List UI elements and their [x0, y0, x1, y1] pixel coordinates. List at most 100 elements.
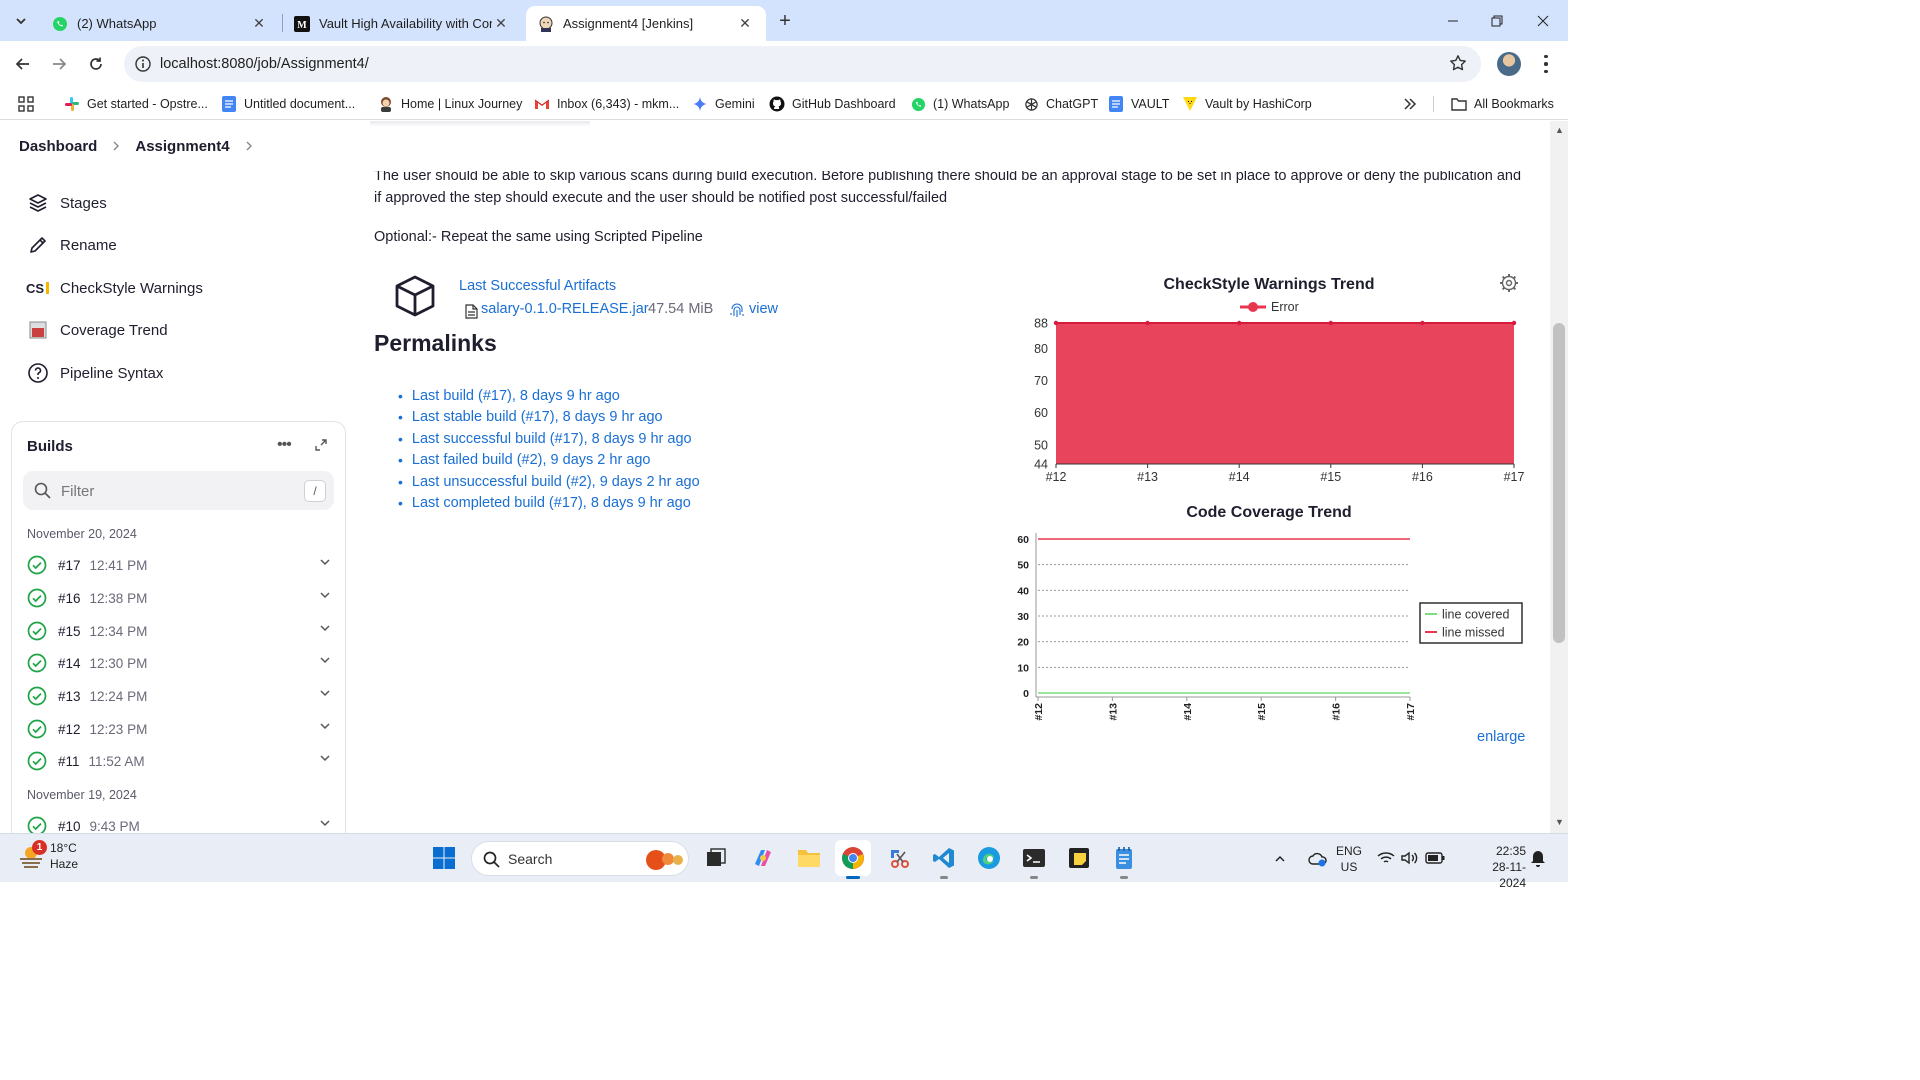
enlarge-link[interactable]: enlarge — [1477, 729, 1525, 745]
scroll-down-icon[interactable]: ▼ — [1555, 817, 1564, 827]
browser-menu-icon[interactable] — [1538, 53, 1554, 75]
artifact-view-link[interactable]: view — [749, 301, 778, 317]
permalink-last-build[interactable]: Last build (#17), 8 days 9 hr ago — [412, 388, 620, 404]
permalink-last-unsuccessful-build[interactable]: Last unsuccessful build (#2), 9 days 2 h… — [412, 474, 700, 490]
bookmarks-overflow-button[interactable] — [1403, 94, 1417, 114]
build-number[interactable]: #10 — [58, 819, 81, 834]
build-row[interactable]: #15 12:34 PM — [27, 618, 332, 644]
cloud-sync-icon[interactable] — [1306, 847, 1330, 871]
wifi-icon[interactable] — [1374, 846, 1398, 870]
build-number[interactable]: #12 — [58, 722, 81, 737]
breadcrumb-dashboard[interactable]: Dashboard — [19, 138, 97, 155]
bookmark-item[interactable]: Untitled document... — [221, 94, 355, 114]
bookmark-star-icon[interactable] — [1449, 54, 1467, 72]
all-bookmarks[interactable]: All Bookmarks — [1451, 94, 1554, 114]
build-number[interactable]: #14 — [58, 656, 81, 671]
taskbar-snipping-tool[interactable] — [881, 840, 917, 876]
sidebar-item-coverage-trend[interactable]: Coverage Trend — [26, 316, 168, 344]
bookmark-item[interactable]: ChatGPT — [1023, 94, 1098, 114]
permalink-last-stable-build[interactable]: Last stable build (#17), 8 days 9 hr ago — [412, 409, 663, 425]
expand-icon[interactable] — [314, 438, 328, 452]
build-row[interactable]: #12 12:23 PM — [27, 716, 332, 742]
chevron-up-icon[interactable] — [1268, 847, 1292, 871]
tab-vault-medium[interactable]: M Vault High Availability with Con ✕ — [282, 6, 522, 41]
build-row[interactable]: #10 9:43 PM — [27, 813, 332, 833]
sidebar-item-checkstyle[interactable]: CS CheckStyle Warnings — [26, 274, 203, 302]
last-successful-artifacts-link[interactable]: Last Successful Artifacts — [459, 278, 616, 294]
build-number[interactable]: #16 — [58, 591, 81, 606]
new-tab-button[interactable]: + — [773, 9, 797, 33]
tab-jenkins[interactable]: Assignment4 [Jenkins] ✕ — [526, 6, 766, 41]
taskbar-search[interactable]: Search — [471, 841, 689, 876]
back-button[interactable] — [9, 50, 37, 78]
tab-search-button[interactable] — [8, 8, 34, 34]
checkstyle-warnings-trend-chart[interactable]: CheckStyle Warnings TrendError4450607080… — [1020, 269, 1530, 491]
build-date-header: November 20, 2024 — [27, 527, 137, 541]
taskbar-chrome[interactable] — [835, 840, 871, 879]
restore-button[interactable] — [1474, 0, 1520, 41]
build-row[interactable]: #11 11:52 AM — [27, 748, 332, 774]
bookmark-item[interactable]: VAULT — [1108, 94, 1169, 114]
tab-whatsapp[interactable]: (2) WhatsApp ✕ — [40, 6, 280, 41]
build-row[interactable]: #16 12:38 PM — [27, 585, 332, 611]
weather-widget[interactable]: 1 18°C Haze — [18, 840, 78, 872]
permalink-last-completed-build[interactable]: Last completed build (#17), 8 days 9 hr … — [412, 495, 691, 511]
notification-bell-icon[interactable] — [1530, 850, 1546, 868]
taskbar-edge[interactable] — [971, 840, 1007, 876]
build-number[interactable]: #13 — [58, 689, 81, 704]
scrollbar-thumb[interactable] — [1553, 323, 1565, 643]
sidebar-item-stages[interactable]: Stages — [26, 189, 107, 217]
bookmark-item[interactable]: Home | Linux Journey — [378, 94, 522, 114]
bookmark-item[interactable]: Gemini — [692, 94, 755, 114]
more-options-icon[interactable]: ••• — [277, 436, 292, 454]
taskbar-task-view[interactable] — [698, 840, 734, 876]
build-row[interactable]: #17 12:41 PM — [27, 552, 332, 578]
volume-icon[interactable] — [1398, 846, 1422, 870]
battery-icon[interactable] — [1423, 846, 1447, 870]
site-info-icon[interactable] — [134, 55, 152, 73]
permalink-last-failed-build[interactable]: Last failed build (#2), 9 days 2 hr ago — [412, 452, 651, 468]
build-row[interactable]: #13 12:24 PM — [27, 683, 332, 709]
builds-filter[interactable]: / — [23, 471, 334, 510]
start-button[interactable] — [426, 840, 462, 876]
close-tab-icon[interactable]: ✕ — [736, 15, 754, 33]
build-row[interactable]: #14 12:30 PM — [27, 650, 332, 676]
tab-title: Assignment4 [Jenkins] — [563, 16, 694, 31]
close-tab-icon[interactable]: ✕ — [492, 15, 510, 33]
bookmark-item[interactable]: Vault by HashiCorp — [1182, 94, 1312, 114]
taskbar-copilot[interactable] — [745, 840, 781, 876]
bookmark-item[interactable]: Get started - Opstre... — [64, 94, 208, 114]
profile-avatar[interactable] — [1497, 52, 1521, 76]
taskbar-vscode[interactable] — [926, 840, 962, 879]
reload-button[interactable] — [82, 50, 110, 78]
bookmark-item[interactable]: (1) WhatsApp — [910, 94, 1009, 114]
taskbar-file-explorer[interactable] — [791, 840, 827, 876]
page-scrollbar[interactable]: ▲ ▼ — [1550, 121, 1568, 833]
minimize-button[interactable] — [1430, 0, 1476, 41]
breadcrumb-separator-icon[interactable] — [244, 140, 254, 152]
bookmark-item[interactable]: GitHub Dashboard — [769, 94, 896, 114]
chart-settings-gear-icon[interactable] — [1500, 274, 1518, 292]
sidebar-item-rename[interactable]: Rename — [26, 231, 117, 259]
code-coverage-trend-chart[interactable]: Code Coverage Trend 0 10 20 30 40 50 60 #12 #13 #1… — [1000, 499, 1530, 729]
build-number[interactable]: #17 — [58, 558, 81, 573]
taskbar-notepad[interactable] — [1106, 840, 1142, 879]
taskbar-terminal[interactable] — [1016, 840, 1052, 879]
build-number[interactable]: #11 — [58, 754, 80, 769]
scroll-up-icon[interactable]: ▲ — [1555, 125, 1564, 135]
filter-input[interactable] — [61, 480, 281, 502]
artifact-file-link[interactable]: salary-0.1.0-RELEASE.jar — [481, 301, 649, 317]
system-clock[interactable]: 22:35 28-11-2024 — [1466, 843, 1526, 891]
taskbar-sticky-notes[interactable] — [1061, 840, 1097, 876]
forward-button[interactable] — [45, 50, 73, 78]
close-window-button[interactable] — [1520, 0, 1566, 41]
breadcrumb-job[interactable]: Assignment4 — [135, 138, 229, 155]
language-indicator[interactable]: ENG US — [1336, 843, 1362, 875]
permalink-last-successful-build[interactable]: Last successful build (#17), 8 days 9 hr… — [412, 431, 692, 447]
sidebar-item-pipeline-syntax[interactable]: Pipeline Syntax — [26, 359, 163, 387]
close-tab-icon[interactable]: ✕ — [250, 15, 268, 33]
build-number[interactable]: #15 — [58, 624, 81, 639]
address-bar[interactable]: localhost:8080/job/Assignment4/ — [124, 46, 1481, 82]
bookmark-item[interactable]: Inbox (6,343) - mkm... — [534, 94, 679, 114]
apps-grid-icon[interactable] — [18, 94, 34, 114]
